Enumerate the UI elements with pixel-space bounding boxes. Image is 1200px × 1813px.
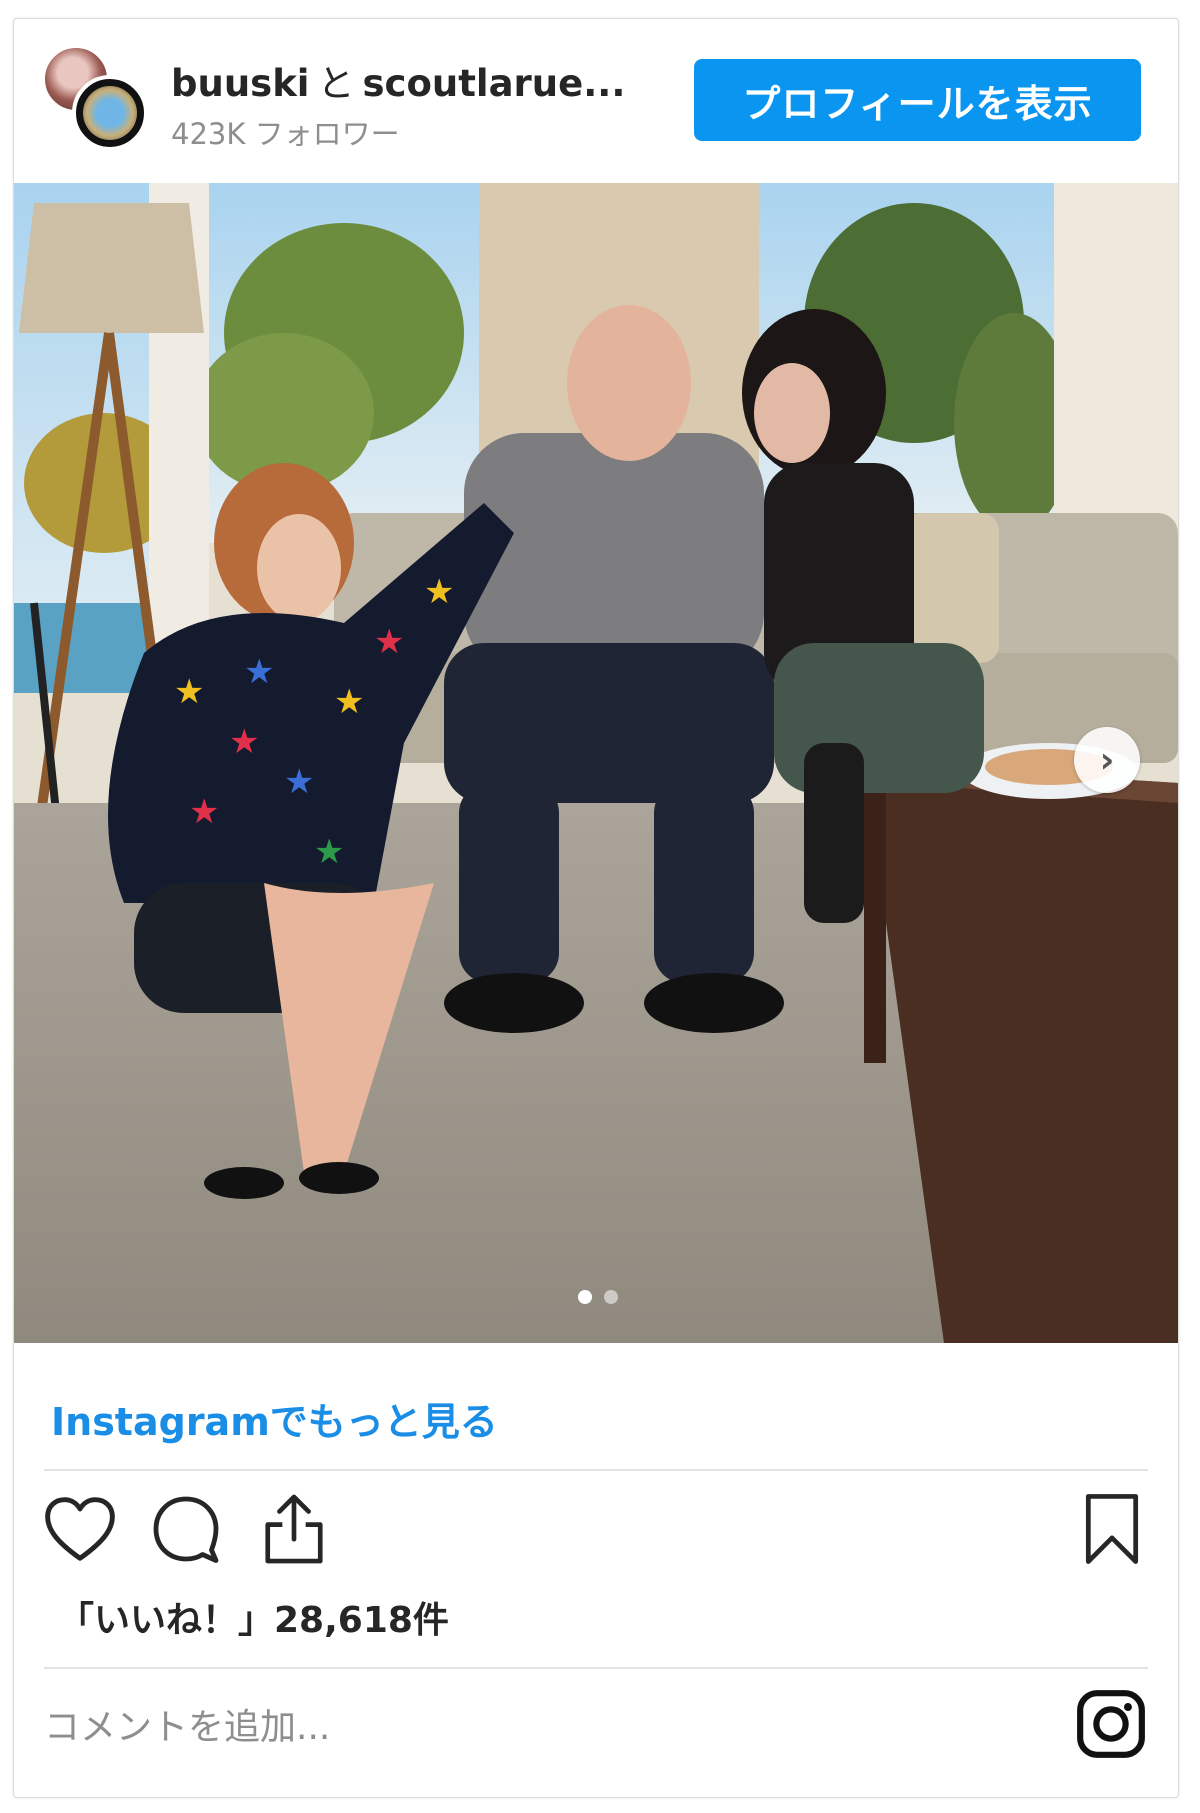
svg-text:★: ★ — [334, 682, 364, 722]
photo-illustration: ★ ★ ★ ★ ★ ★ ★ ★ ★ — [14, 183, 1178, 1343]
follower-count: 423K フォロワー — [171, 117, 400, 151]
bookmark-icon[interactable] — [1072, 1489, 1152, 1569]
view-more-on-instagram-link[interactable]: Instagramでもっと見る — [51, 1391, 498, 1446]
instagram-embed-card: buuski と scoutlarue... 423K フォロワー プロフィールを表… — [13, 18, 1179, 1798]
account-secondary[interactable]: scoutlarue... — [362, 62, 625, 105]
account-line: buuski と scoutlarue... — [171, 53, 625, 107]
carousel-dot — [604, 1290, 618, 1304]
like-count: 「いいね！」28,618件 — [58, 1600, 449, 1641]
post-photo[interactable]: ★ ★ ★ ★ ★ ★ ★ ★ ★ › — [14, 183, 1178, 1343]
collab-avatars[interactable] — [42, 45, 150, 151]
svg-text:★: ★ — [189, 792, 219, 832]
svg-text:★: ★ — [374, 622, 404, 662]
comment-input[interactable] — [42, 1691, 1046, 1763]
divider — [44, 1469, 1148, 1471]
account-names: buuski と scoutlarue... 423K フォロワー — [171, 53, 625, 153]
action-bar — [14, 1489, 1178, 1579]
svg-text:★: ★ — [314, 832, 344, 872]
carousel-indicator — [578, 1290, 618, 1304]
comment-icon[interactable] — [146, 1489, 226, 1569]
heart-icon[interactable] — [40, 1489, 120, 1569]
svg-text:★: ★ — [229, 722, 259, 762]
divider — [44, 1667, 1148, 1669]
instagram-logo-icon[interactable] — [1074, 1687, 1148, 1761]
svg-text:★: ★ — [424, 572, 454, 612]
account-connector: と — [317, 62, 355, 105]
view-profile-button[interactable]: プロフィールを表示 — [694, 59, 1141, 141]
account-primary[interactable]: buuski — [171, 62, 309, 105]
svg-text:★: ★ — [174, 672, 204, 712]
svg-text:★: ★ — [244, 652, 274, 692]
share-icon[interactable] — [254, 1489, 334, 1569]
carousel-dot-active — [578, 1290, 592, 1304]
avatar-primary — [72, 75, 148, 151]
chevron-right-icon[interactable]: › — [1074, 727, 1140, 793]
post-header: buuski と scoutlarue... 423K フォロワー プロフィールを表… — [14, 19, 1178, 183]
svg-text:★: ★ — [284, 762, 314, 802]
